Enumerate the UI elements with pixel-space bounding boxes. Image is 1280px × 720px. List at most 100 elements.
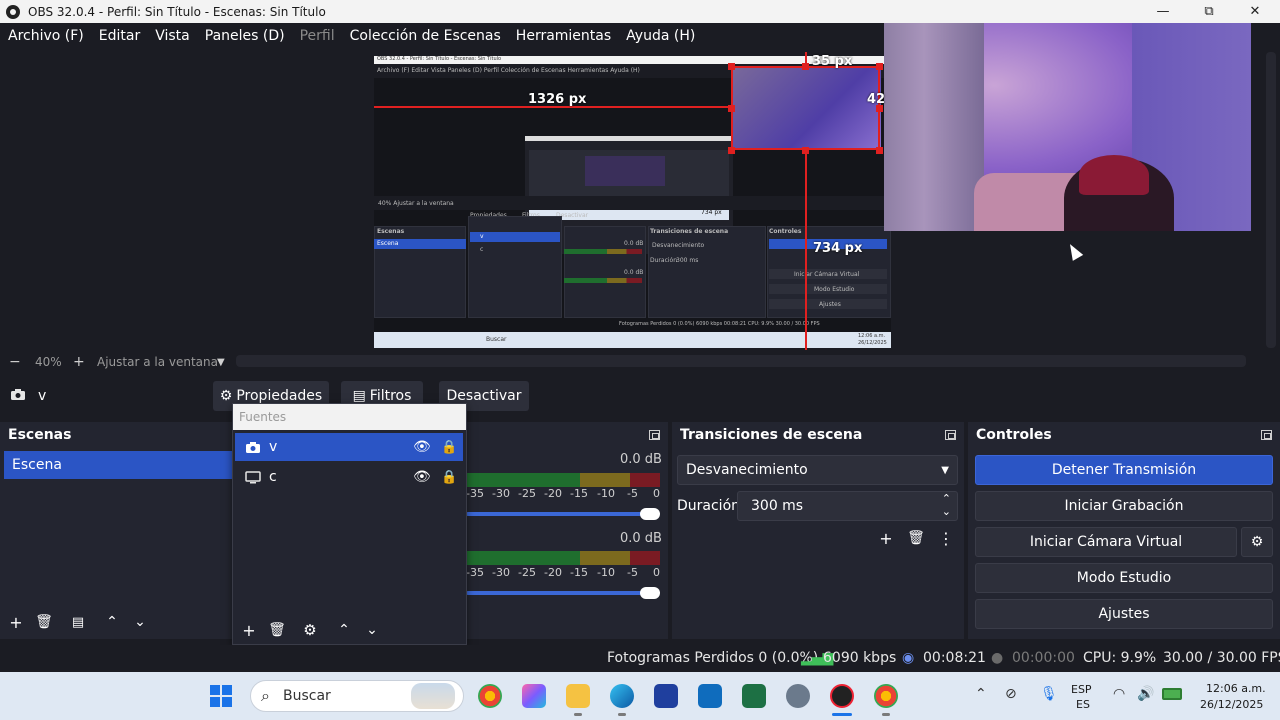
duration-spinbox[interactable]: 300 ms ⌃ ⌄ <box>737 491 958 521</box>
menu-paneles[interactable]: Paneles (D) <box>205 28 285 44</box>
filter-icon[interactable]: ▤ <box>68 612 88 632</box>
chevron-up-icon[interactable]: ⌃ <box>942 492 951 505</box>
chevron-down-icon[interactable]: ▼ <box>217 357 225 368</box>
mini-vcam-label: Iniciar Cámara Virtual <box>794 271 860 278</box>
start-virtual-camera-button[interactable]: Iniciar Cámara Virtual <box>975 527 1237 557</box>
guide-label-right: 42 <box>867 92 886 107</box>
network-off-icon[interactable]: ⊘ <box>1005 686 1017 702</box>
language-top[interactable]: ESP <box>1071 683 1092 696</box>
add-icon[interactable]: + <box>239 620 259 640</box>
menu-archivo[interactable]: Archivo (F) <box>8 28 84 44</box>
lock-icon[interactable]: 🔒 <box>441 470 457 485</box>
outlook-icon[interactable] <box>698 684 722 708</box>
record-icon: ● <box>991 650 1004 666</box>
guide-line-top <box>805 52 807 66</box>
scrollbar-thumb[interactable] <box>1266 52 1276 348</box>
language-bottom[interactable]: ES <box>1076 698 1090 711</box>
mini-source-v-label: v <box>480 233 484 240</box>
camera-icon <box>10 388 26 401</box>
chevron-down-icon[interactable]: ⌄ <box>942 505 951 518</box>
window-title: OBS 32.0.4 - Perfil: Sin Título - Escena… <box>28 4 326 19</box>
dock-float-icon[interactable] <box>1261 430 1272 440</box>
minimize-button[interactable]: — <box>1140 0 1186 23</box>
resize-handle-tr[interactable] <box>876 63 883 70</box>
track1-volume-knob[interactable] <box>640 508 660 520</box>
horizontal-scrollbar[interactable] <box>236 355 1246 367</box>
preview-scrollbar[interactable] <box>1262 48 1280 352</box>
edge-icon[interactable] <box>610 684 634 708</box>
resize-handle-br[interactable] <box>876 147 883 154</box>
source-item-c[interactable]: c 👁 🔒 <box>235 463 463 491</box>
lock-icon[interactable]: 🔒 <box>441 440 457 455</box>
more-vertical-icon[interactable]: ⋮ <box>936 528 956 548</box>
gear-icon[interactable]: ⚙ <box>300 620 320 640</box>
studio-mode-button[interactable]: Modo Estudio <box>975 563 1273 593</box>
webcam-source[interactable] <box>884 23 1251 231</box>
add-icon[interactable]: + <box>876 528 896 548</box>
chevron-down-icon[interactable]: ⌄ <box>362 620 382 640</box>
obs-taskbar-icon[interactable] <box>830 684 854 708</box>
track2-meter <box>466 551 660 565</box>
zoom-in-button[interactable]: + <box>73 354 85 370</box>
resize-handle-bl[interactable] <box>728 147 735 154</box>
settings-button[interactable]: Ajustes <box>975 599 1273 629</box>
monitor-icon <box>245 470 261 484</box>
menu-ayuda[interactable]: Ayuda (H) <box>626 28 695 44</box>
track2-volume-slider[interactable] <box>466 591 646 595</box>
copilot-icon[interactable] <box>522 684 546 708</box>
gear-icon: ⚙ <box>219 388 233 404</box>
mini-taskbar <box>374 332 891 348</box>
battery-icon[interactable] <box>1162 688 1182 700</box>
chevron-up-icon[interactable]: ⌃ <box>102 612 122 632</box>
eye-icon[interactable]: 👁 <box>413 439 431 455</box>
menu-editar[interactable]: Editar <box>99 28 140 44</box>
windows-start-icon[interactable] <box>209 684 233 708</box>
transition-select[interactable]: Desvanecimiento ▼ <box>677 455 958 485</box>
trash-icon[interactable]: 🗑 <box>267 620 287 640</box>
menu-vista[interactable]: Vista <box>155 28 190 44</box>
file-explorer-icon[interactable] <box>566 684 590 708</box>
chrome-icon[interactable] <box>478 684 502 708</box>
selection-box[interactable] <box>731 66 880 150</box>
menu-herramientas[interactable]: Herramientas <box>516 28 611 44</box>
microphone-icon[interactable]: 🎙 <box>1040 686 1058 702</box>
track1-volume-slider[interactable] <box>466 512 646 516</box>
taskbar-search[interactable]: ⌕ Buscar <box>250 680 464 712</box>
volume-icon[interactable]: 🔊 <box>1137 686 1154 702</box>
clock-time[interactable]: 12:06 a.m. <box>1206 682 1266 695</box>
maximize-button[interactable]: ⧉ <box>1186 0 1232 23</box>
webcam-curtain-left <box>884 23 984 231</box>
mini-controls-title: Controles <box>769 228 802 235</box>
search-highlight-image <box>411 683 455 709</box>
wifi-icon[interactable]: ◠ <box>1113 686 1125 702</box>
chevron-up-icon[interactable]: ⌃ <box>334 620 354 640</box>
zoom-fit-select[interactable]: Ajustar a la ventana <box>97 355 218 369</box>
add-icon[interactable]: + <box>6 612 26 632</box>
settings-app-icon[interactable] <box>786 684 810 708</box>
zoom-out-button[interactable]: − <box>9 354 21 370</box>
mini-db-2: 0.0 dB <box>624 269 644 276</box>
menu-coleccion-escenas[interactable]: Colección de Escenas <box>350 28 501 44</box>
chevron-down-icon[interactable]: ⌄ <box>130 612 150 632</box>
status-bar: Fotogramas Perdidos 0 (0.0%) ▂▄▆ 6090 kb… <box>0 645 1280 672</box>
resize-handle-tl[interactable] <box>728 63 735 70</box>
chrome-icon[interactable] <box>874 684 898 708</box>
chevron-up-icon[interactable]: ⌃ <box>975 686 987 702</box>
track1-meter <box>466 473 660 487</box>
trash-icon[interactable]: 🗑 <box>906 528 926 548</box>
virtual-camera-settings-button[interactable]: ⚙ <box>1241 527 1273 557</box>
eye-icon[interactable]: 👁 <box>413 469 431 485</box>
clock-date[interactable]: 26/12/2025 <box>1200 698 1263 711</box>
start-recording-button[interactable]: Iniciar Grabación <box>975 491 1273 521</box>
menu-perfil[interactable]: Perfil <box>300 28 335 44</box>
store-icon[interactable] <box>654 684 678 708</box>
excel-icon[interactable] <box>742 684 766 708</box>
dock-float-icon[interactable] <box>945 430 956 440</box>
close-button[interactable]: ✕ <box>1232 0 1278 23</box>
dock-float-icon[interactable] <box>649 430 660 440</box>
trash-icon[interactable]: 🗑 <box>34 612 54 632</box>
track2-volume-knob[interactable] <box>640 587 660 599</box>
scene-item-escena[interactable]: Escena <box>4 451 232 479</box>
source-item-v[interactable]: v 👁 🔒 <box>235 433 463 461</box>
stop-stream-button[interactable]: Detener Transmisión <box>975 455 1273 485</box>
